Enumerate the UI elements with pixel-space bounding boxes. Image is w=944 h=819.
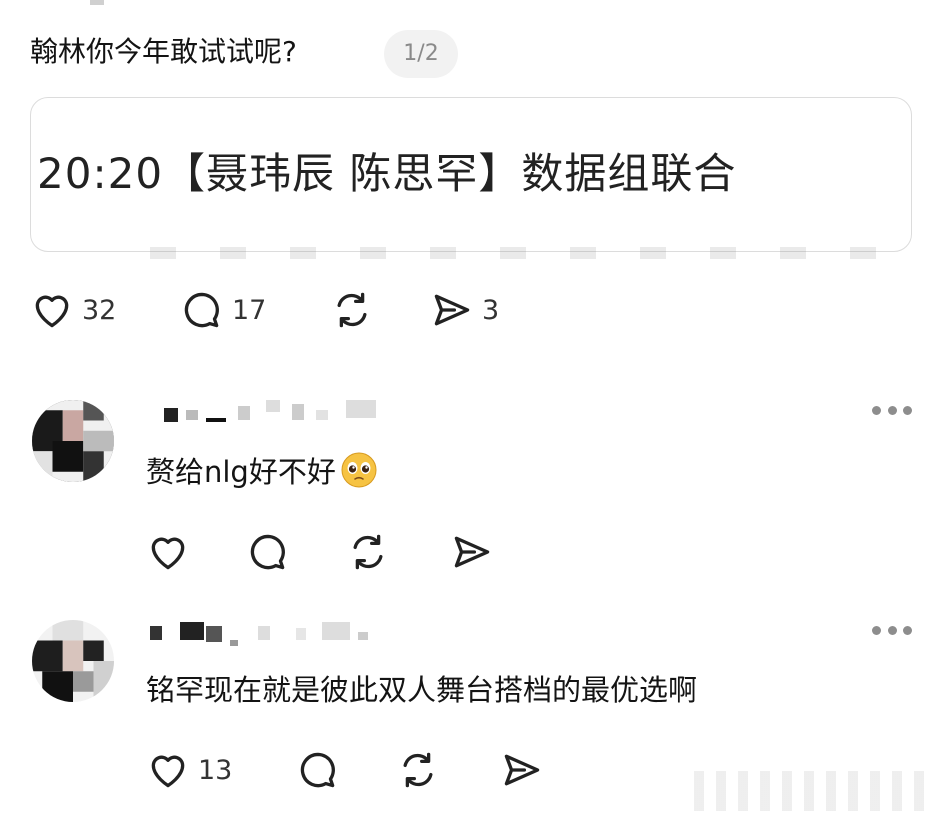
- post-share-count: 3: [482, 294, 500, 326]
- avatar[interactable]: [32, 400, 114, 482]
- post-repost-button[interactable]: [330, 288, 374, 332]
- heart-icon: [151, 755, 185, 788]
- link-card-text: 20:20【聂玮辰 陈思罕】数据组联合: [37, 149, 737, 198]
- repost-arrows-icon: [337, 292, 367, 328]
- comment-1-like-button[interactable]: [146, 530, 190, 574]
- pixelated-avatar-image: [32, 400, 114, 482]
- post-comment-button[interactable]: 17: [180, 288, 266, 332]
- repost-arrows-icon: [353, 534, 383, 570]
- speech-bubble-icon: [250, 534, 285, 570]
- page-indicator-badge[interactable]: 1/2: [384, 30, 458, 78]
- comment-2-like-count: 13: [198, 754, 233, 786]
- comment-1-text: 赘给nlg好不好: [146, 455, 336, 489]
- heart-icon: [35, 295, 69, 328]
- comment-2-like-button[interactable]: 13: [146, 748, 232, 792]
- pleading-face-emoji: [341, 452, 377, 488]
- post-share-button[interactable]: 3: [430, 288, 499, 332]
- top-partial-mark: [90, 0, 104, 5]
- link-card[interactable]: 20:20【聂玮辰 陈思罕】数据组联合: [30, 97, 912, 252]
- pixelated-avatar-image: [32, 620, 114, 702]
- more-dots-icon[interactable]: [872, 406, 912, 418]
- comment-1-repost-button[interactable]: [346, 530, 390, 574]
- comment-2-text: 铭罕现在就是彼此双人舞台搭档的最优选啊: [146, 673, 698, 707]
- comment-1-share-button[interactable]: [450, 530, 494, 574]
- avatar[interactable]: [32, 620, 114, 702]
- comment-2-reply-button[interactable]: [296, 748, 340, 792]
- image-edge-blur: [150, 247, 910, 259]
- repost-arrows-icon: [403, 752, 433, 788]
- comment-2-share-button[interactable]: [500, 748, 544, 792]
- comment-2-repost-button[interactable]: [396, 748, 440, 792]
- heart-icon: [151, 537, 185, 570]
- paper-plane-icon: [504, 754, 540, 786]
- post-comment-count: 17: [232, 294, 267, 326]
- speech-bubble-icon: [300, 752, 335, 788]
- watermark: [694, 771, 934, 811]
- post-title: 翰林你今年敢试试呢?: [30, 35, 297, 68]
- speech-bubble-icon: [184, 292, 219, 328]
- comment-1-reply-button[interactable]: [246, 530, 290, 574]
- paper-plane-icon: [454, 536, 490, 568]
- username-redacted: [164, 400, 376, 422]
- username-redacted: [150, 622, 368, 646]
- post-like-count: 32: [82, 294, 117, 326]
- paper-plane-icon: [434, 294, 470, 326]
- comment-text-1: 赘给nlg好不好: [146, 450, 378, 494]
- post-like-button[interactable]: 32: [30, 288, 116, 332]
- more-dots-icon[interactable]: [872, 626, 912, 638]
